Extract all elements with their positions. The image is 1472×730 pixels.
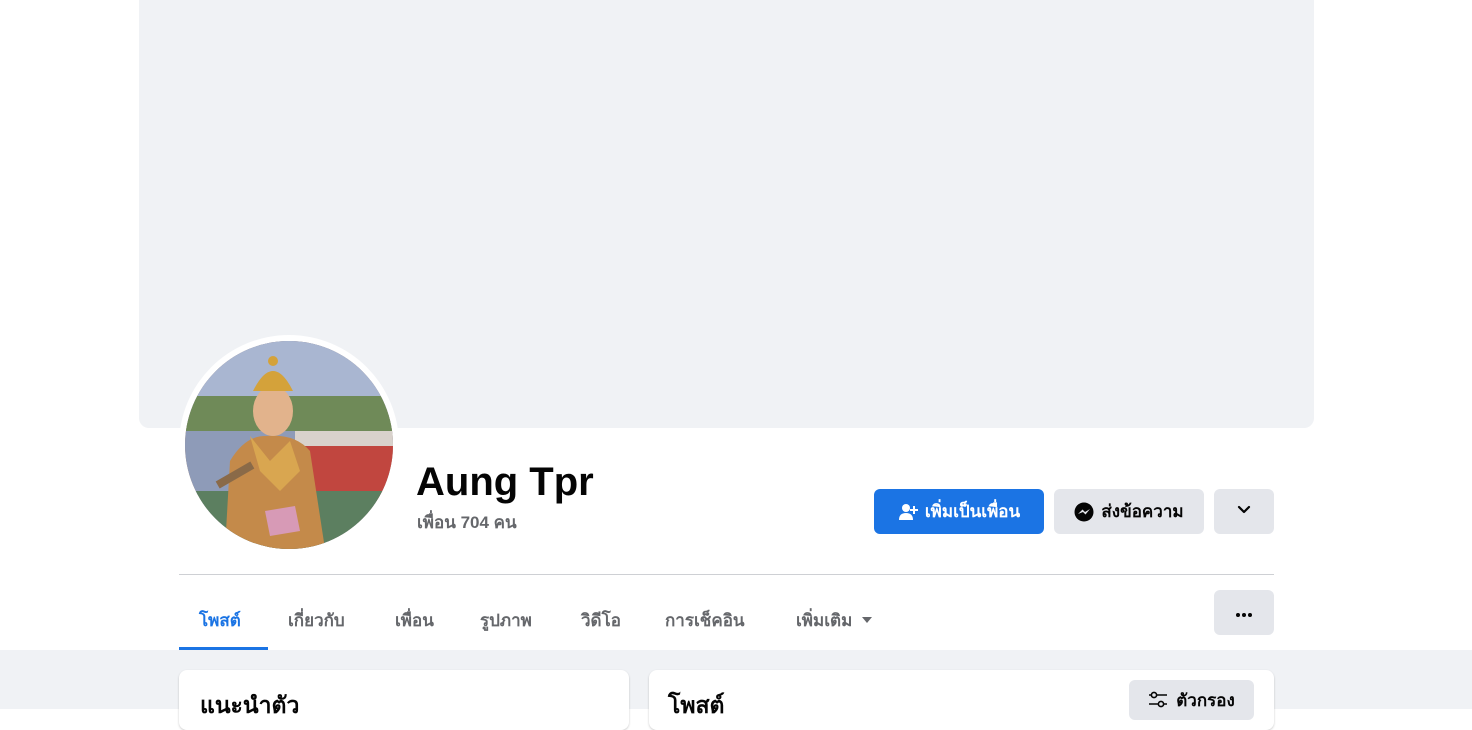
message-label: ส่งข้อความ — [1101, 502, 1184, 521]
tab-more-label: เพิ่มเติม — [796, 610, 853, 630]
tab-checkins[interactable]: การเช็คอิน — [665, 590, 745, 650]
avatar[interactable] — [185, 341, 393, 549]
friends-count[interactable]: เพื่อน 704 คน — [417, 512, 517, 534]
tab-about[interactable]: เกี่ยวกับ — [288, 590, 345, 650]
sliders-icon — [1148, 691, 1168, 709]
more-actions-button[interactable] — [1214, 489, 1274, 534]
chevron-down-icon — [1236, 501, 1252, 522]
header-divider — [179, 574, 1274, 575]
profile-avatar-image — [185, 341, 393, 549]
tab-photos[interactable]: รูปภาพ — [480, 590, 532, 650]
tab-posts[interactable]: โพสต์ — [199, 590, 241, 650]
tab-posts-label: โพสต์ — [199, 610, 241, 630]
user-plus-icon — [898, 502, 918, 522]
ellipsis-icon — [1235, 603, 1253, 623]
profile-options-button[interactable] — [1214, 590, 1274, 635]
tab-friends-label: เพื่อน — [395, 610, 434, 630]
caret-down-icon — [861, 616, 873, 624]
messenger-icon — [1074, 502, 1094, 522]
add-friend-label: เพิ่มเป็นเพื่อน — [924, 502, 1021, 521]
intro-card: แนะนำตัว — [179, 670, 629, 730]
tab-photos-label: รูปภาพ — [480, 610, 532, 630]
tab-checkins-label: การเช็คอิน — [665, 610, 745, 630]
filter-label: ตัวกรอง — [1176, 690, 1235, 710]
add-friend-button[interactable]: เพิ่มเป็นเพื่อน — [874, 489, 1044, 534]
filter-button[interactable]: ตัวกรอง — [1129, 680, 1254, 720]
tab-videos[interactable]: วิดีโอ — [581, 590, 621, 650]
message-button[interactable]: ส่งข้อความ — [1054, 489, 1204, 534]
tab-more[interactable]: เพิ่มเติม — [796, 590, 873, 650]
tab-videos-label: วิดีโอ — [581, 610, 621, 630]
tab-friends[interactable]: เพื่อน — [395, 590, 434, 650]
profile-name: Aung Tpr — [416, 460, 594, 504]
intro-card-title: แนะนำตัว — [200, 692, 300, 718]
tab-about-label: เกี่ยวกับ — [288, 610, 345, 630]
posts-card-title: โพสต์ — [668, 692, 725, 718]
